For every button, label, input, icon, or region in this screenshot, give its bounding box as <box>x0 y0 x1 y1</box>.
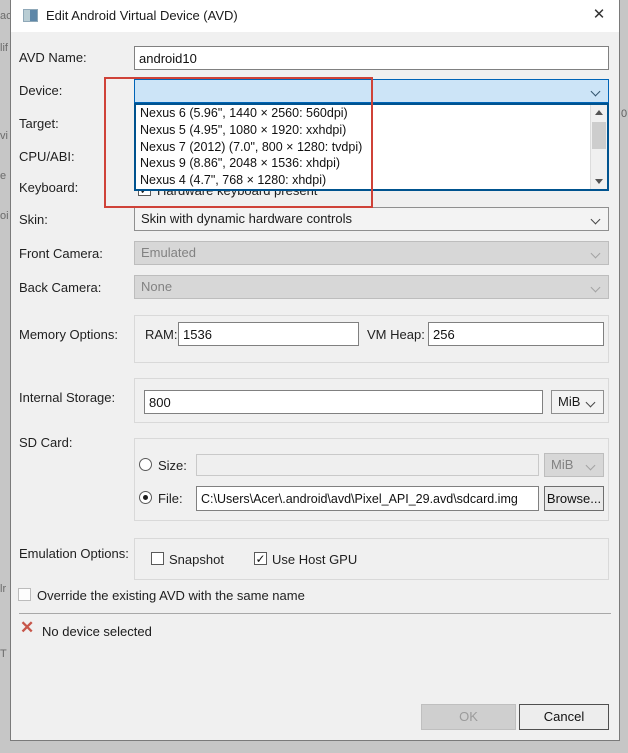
scrollbar-up-icon[interactable] <box>591 105 607 121</box>
override-avd-label: Override the existing AVD with the same … <box>37 588 305 603</box>
internal-storage-unit-combobox[interactable]: MiB <box>551 390 604 414</box>
chevron-down-icon <box>590 248 601 259</box>
background-fragment: vi <box>0 130 8 142</box>
background-fragment: lif <box>0 42 8 54</box>
edit-avd-dialog: Edit Android Virtual Device (AVD) ✕ AVD … <box>10 0 620 741</box>
avd-name-label: AVD Name: <box>19 50 87 65</box>
background-fragment: 0 <box>621 108 628 120</box>
ram-label: RAM: <box>145 327 178 342</box>
chevron-down-icon <box>585 397 596 408</box>
scrollbar[interactable] <box>590 105 607 189</box>
background-fragment: ac <box>0 10 10 22</box>
sd-size-input <box>196 454 539 476</box>
title-bar: Edit Android Virtual Device (AVD) ✕ <box>11 0 619 32</box>
device-label: Device: <box>19 83 63 98</box>
vm-heap-label: VM Heap: <box>367 327 425 342</box>
red-annotation-rectangle <box>104 77 373 208</box>
back-camera-label: Back Camera: <box>19 280 102 295</box>
divider <box>19 613 611 614</box>
error-x-icon: ✕ <box>20 618 35 637</box>
front-camera-combobox: Emulated <box>134 241 609 265</box>
back-camera-value: None <box>141 279 173 294</box>
keyboard-label: Keyboard: <box>19 180 79 195</box>
sd-size-label: Size: <box>158 458 187 473</box>
ok-button: OK <box>421 704 516 730</box>
chevron-down-icon <box>590 282 601 293</box>
internal-storage-unit-value: MiB <box>558 394 581 409</box>
close-icon[interactable]: ✕ <box>587 4 611 26</box>
window-title: Edit Android Virtual Device (AVD) <box>46 8 238 23</box>
scrollbar-down-icon[interactable] <box>591 173 607 189</box>
ram-input[interactable] <box>178 322 359 346</box>
screen: ac lif vi e oi lr T 0 Edit Android Virtu… <box>0 0 628 753</box>
radio-dot <box>143 495 148 500</box>
skin-combobox[interactable]: Skin with dynamic hardware controls <box>134 207 609 231</box>
chevron-down-icon <box>590 86 601 97</box>
sd-size-unit-combobox: MiB <box>544 453 604 477</box>
internal-storage-input[interactable] <box>144 390 543 414</box>
emulation-options-label: Emulation Options: <box>19 546 129 561</box>
back-camera-combobox: None <box>134 275 609 299</box>
status-message: No device selected <box>42 624 152 639</box>
chevron-down-icon <box>590 214 601 225</box>
chevron-down-icon <box>585 460 596 471</box>
sd-file-radio[interactable] <box>139 491 152 504</box>
sd-size-unit-value: MiB <box>551 457 574 472</box>
background-fragment: oi <box>0 210 9 222</box>
avd-name-input[interactable] <box>134 46 609 70</box>
sd-card-label: SD Card: <box>19 435 73 450</box>
background-fragment: lr <box>0 583 7 595</box>
skin-combobox-value: Skin with dynamic hardware controls <box>141 211 352 226</box>
vm-heap-input[interactable] <box>428 322 604 346</box>
memory-options-label: Memory Options: <box>19 327 118 342</box>
cancel-button[interactable]: Cancel <box>519 704 609 730</box>
override-avd-checkbox <box>18 588 31 601</box>
internal-storage-label: Internal Storage: <box>19 390 116 405</box>
sd-file-label: File: <box>158 491 183 506</box>
snapshot-label: Snapshot <box>169 552 224 567</box>
snapshot-checkbox[interactable] <box>151 552 164 565</box>
front-camera-label: Front Camera: <box>19 246 103 261</box>
sd-file-path-input[interactable] <box>196 486 539 511</box>
scrollbar-thumb[interactable] <box>592 122 606 149</box>
sd-size-radio[interactable] <box>139 458 152 471</box>
use-host-gpu-label: Use Host GPU <box>272 552 358 567</box>
use-host-gpu-checkbox[interactable]: ✓ <box>254 552 267 565</box>
window-icon <box>23 9 38 22</box>
background-fragment: e <box>0 170 7 182</box>
browse-button[interactable]: Browse... <box>544 486 604 511</box>
front-camera-value: Emulated <box>141 245 196 260</box>
background-fragment: T <box>0 648 7 660</box>
skin-label: Skin: <box>19 212 48 227</box>
cpu-abi-label: CPU/ABI: <box>19 149 75 164</box>
target-label: Target: <box>19 116 59 131</box>
